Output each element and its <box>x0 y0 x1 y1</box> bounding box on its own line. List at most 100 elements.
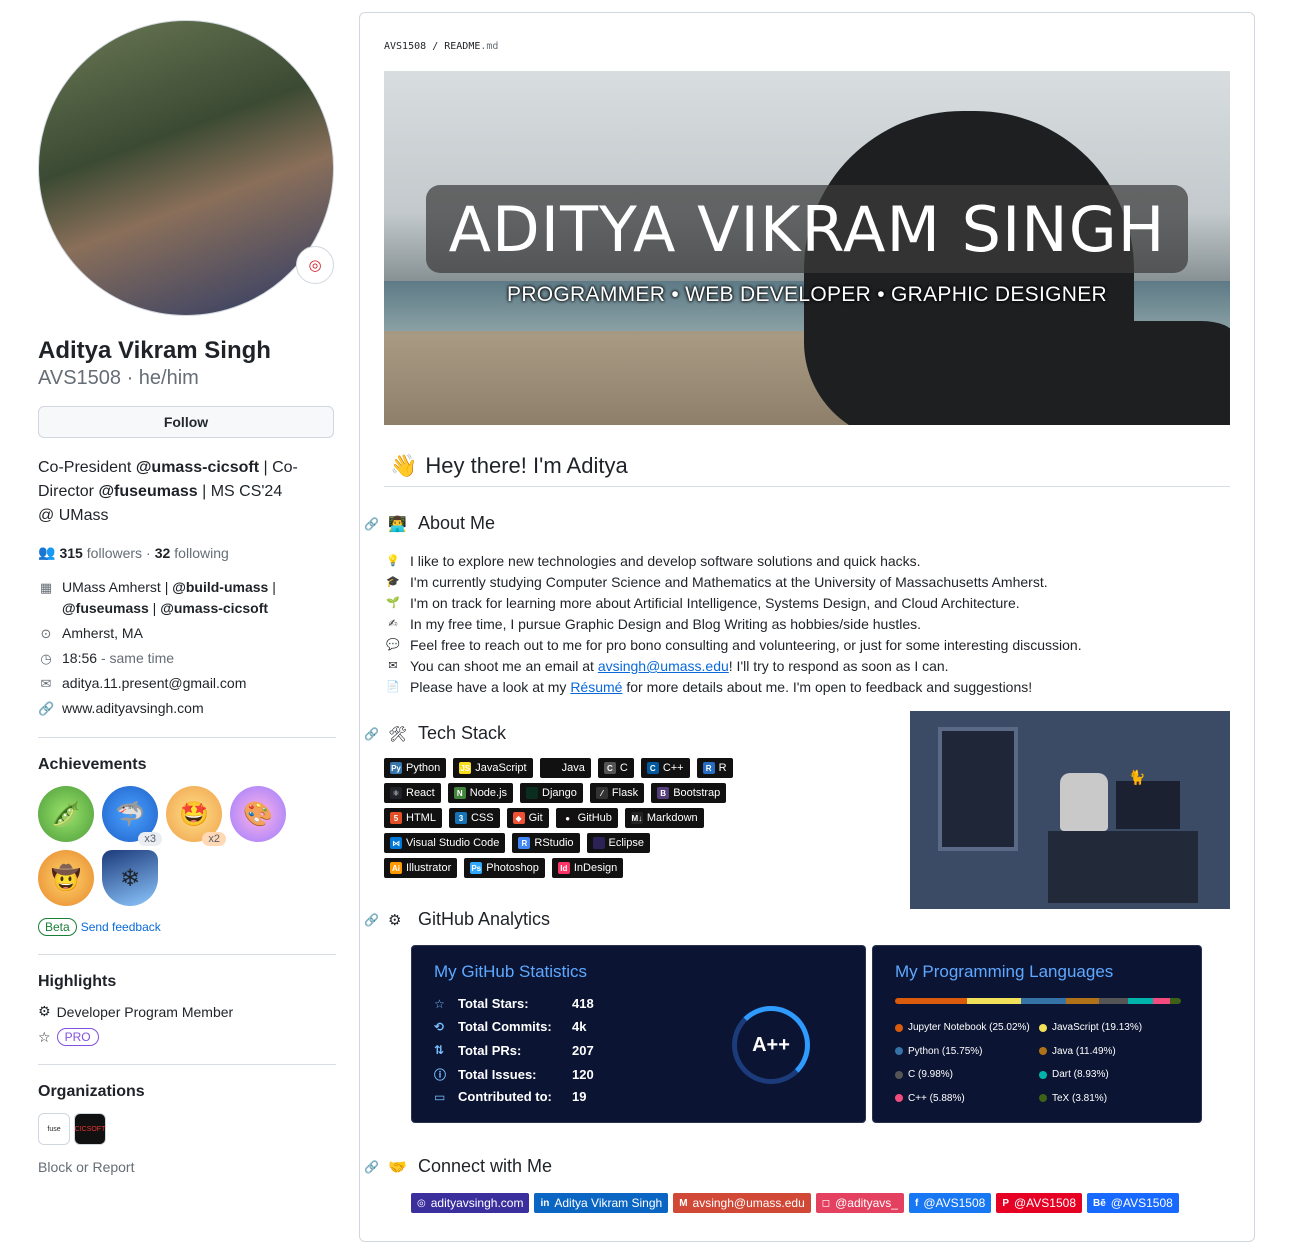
achievements-title: Achievements <box>38 756 147 773</box>
org-avatar-cicsoft[interactable]: CICSOFT <box>74 1113 106 1145</box>
tech-chip-rstudio: R RStudio <box>512 833 580 853</box>
followers-label[interactable]: followers <box>87 545 142 561</box>
achievement-shark-icon[interactable]: 🦈 x3 <box>102 786 162 846</box>
languages-card[interactable]: My Programming Languages Jupyter Noteboo… <box>872 945 1202 1123</box>
bio-mention-cicsoft[interactable]: @umass-cicsoft <box>136 459 259 476</box>
follow-button[interactable]: Follow <box>38 406 334 438</box>
stat-value: 418 <box>572 996 594 1011</box>
stat-value: 120 <box>572 1066 594 1082</box>
anchor-link-icon[interactable]: 🔗 <box>364 913 379 927</box>
org-mention-fuseumass[interactable]: @fuseumass <box>62 600 149 616</box>
email-link[interactable]: aditya.11.present@gmail.com <box>62 673 246 694</box>
grad-cap-icon: 🎓 <box>386 576 400 588</box>
achievement-yolo-icon[interactable]: 🎨 <box>230 786 286 842</box>
achievement-arctic-icon[interactable]: ❄ <box>102 850 158 906</box>
language-legend-item: Jupyter Notebook (25.02%) <box>895 1022 1030 1033</box>
social-label: @AVS1508 <box>1110 1196 1173 1210</box>
following-count[interactable]: 32 <box>155 545 171 561</box>
about-item: 🌱 I'm on track for learning more about Ar… <box>386 593 1082 614</box>
followers-count[interactable]: 315 <box>59 545 82 561</box>
language-bar-segment <box>1099 998 1128 1004</box>
follow-stats: 👥 315 followers · 32 following <box>38 544 336 561</box>
block-or-report-link[interactable]: Block or Report <box>38 1159 336 1175</box>
achievement-cowboy-icon[interactable]: 🤠 <box>38 850 94 906</box>
grade-ring: A++ <box>732 1006 810 1084</box>
language-dot <box>1039 1094 1047 1102</box>
developer-program-label[interactable]: Developer Program Member <box>57 1004 234 1020</box>
achievement-count: x3 <box>138 832 162 846</box>
status-dart-icon[interactable]: ◎ <box>296 246 334 284</box>
about-item: 💬 Feel free to reach out to me for pro bo… <box>386 635 1081 656</box>
resume-link[interactable]: Résumé <box>570 679 622 695</box>
avatar[interactable] <box>38 20 334 316</box>
flask-icon: ⁄ <box>595 787 608 799</box>
social-badge-instagram[interactable]: ◻ @adityavs_ <box>815 1193 904 1213</box>
speech-bubble-icon: 💬 <box>386 639 400 651</box>
social-badge-facebook[interactable]: f @AVS1508 <box>908 1193 992 1213</box>
bio-text: Co-President <box>38 459 136 476</box>
org-mention-build-umass[interactable]: @build-umass <box>172 579 268 595</box>
achievement-starstruck-icon[interactable]: 🤩 x2 <box>166 786 226 846</box>
social-badge-website[interactable]: ◎ adityavsingh.com <box>411 1193 530 1213</box>
email-link[interactable]: avsingh@umass.edu <box>598 658 729 674</box>
tech-chip-label: CSS <box>470 812 494 824</box>
social-badge-pinterest[interactable]: P @AVS1508 <box>996 1193 1082 1213</box>
social-label: adityavsingh.com <box>430 1196 524 1210</box>
star-icon: ☆ <box>434 996 445 1011</box>
social-label: @adityavs_ <box>835 1196 898 1210</box>
vcard-time: ◷ 18:56 - same time <box>38 648 336 669</box>
tech-chip-label: Django <box>542 787 577 799</box>
language-label: Java (11.49%) <box>1052 1045 1116 1057</box>
language-label: TeX (3.81%) <box>1052 1092 1108 1104</box>
profile-sidebar: ◎ Aditya Vikram Singh AVS1508 · he/him F… <box>38 20 336 1175</box>
tech-chip-label: Visual Studio Code <box>406 837 500 849</box>
tech-chip-javascript: JS JavaScript <box>453 758 533 778</box>
about-title: About Me <box>418 513 496 533</box>
illustration-desk <box>1048 831 1198 903</box>
send-feedback-link[interactable]: Send feedback <box>81 920 161 934</box>
greeting-text: Hey there! I'm Aditya <box>425 453 628 478</box>
achievement-peas-icon[interactable]: 🫛 <box>38 786 94 842</box>
github-stats-card[interactable]: My GitHub Statistics ☆ Total Stars: 418 ⟲ To… <box>411 945 866 1123</box>
following-label[interactable]: following <box>174 545 228 561</box>
tech-illustration: 🐈 <box>910 711 1230 909</box>
website-link[interactable]: www.adityavsingh.com <box>62 698 204 719</box>
tech-heading: 🔗 🛠 Tech Stack <box>364 723 506 744</box>
achievement-badges: 🫛 🦈 x3 🤩 x2 🎨 🤠 ❄ <box>38 786 298 906</box>
bio-mention-fuseumass[interactable]: @fuseumass <box>98 483 197 500</box>
language-legend-item: Dart (8.93%) <box>1039 1069 1109 1080</box>
languages-card-title: My Programming Languages <box>895 962 1114 981</box>
readme-banner: ADITYA VIKRAM SINGH PROGRAMMER • WEB DEV… <box>384 71 1230 425</box>
stat-value: 207 <box>572 1042 594 1058</box>
language-legend-item: C++ (5.88%) <box>895 1093 965 1104</box>
social-badge-behance[interactable]: Bē @AVS1508 <box>1087 1193 1179 1213</box>
tech-chip-label: Bootstrap <box>673 787 721 799</box>
language-dot <box>1039 1047 1047 1055</box>
language-legend-item: JavaScript (19.13%) <box>1039 1022 1142 1033</box>
crumb-separator: / <box>432 41 439 52</box>
anchor-link-icon[interactable]: 🔗 <box>364 1160 379 1174</box>
beta-label: Beta <box>38 918 77 936</box>
about-heading: 🔗 👨‍💻 About Me <box>364 513 495 534</box>
repo-icon: ▭ <box>434 1089 446 1104</box>
org-avatar-fuse[interactable]: fuse <box>38 1113 70 1145</box>
social-badge-linkedin[interactable]: in Aditya Vikram Singh <box>534 1193 669 1213</box>
banner-subtitle: PROGRAMMER • WEB DEVELOPER • GRAPHIC DES… <box>507 283 1107 306</box>
org-mention-cicsoft[interactable]: @umass-cicsoft <box>160 600 268 616</box>
crumb-file[interactable]: README <box>444 41 480 52</box>
anchor-link-icon[interactable]: 🔗 <box>364 517 379 531</box>
crumb-ext: .md <box>480 41 499 52</box>
vcard-organization: ▦ UMass Amherst | @build-umass | @fuseuma… <box>38 577 336 619</box>
waving-hand-icon: 👋 <box>390 453 418 478</box>
bootstrap-icon: B <box>657 787 670 799</box>
about-item: ✉ You can shoot me an email at avsingh@um… <box>386 656 1082 677</box>
handshake-icon: 🤝 <box>388 1158 407 1176</box>
vcard-email[interactable]: ✉ aditya.11.present@gmail.com <box>38 673 336 694</box>
tech-chip-label: Photoshop <box>486 862 539 874</box>
vcard-website[interactable]: 🔗 www.adityavsingh.com <box>38 698 336 719</box>
anchor-link-icon[interactable]: 🔗 <box>364 727 379 741</box>
crumb-user[interactable]: AVS1508 <box>384 41 426 52</box>
social-badge-gmail[interactable]: Mavsingh@umass.edu <box>673 1193 811 1213</box>
python-icon: Py <box>390 762 402 774</box>
organization-text: UMass Amherst | @build-umass | @fuseumass… <box>62 579 276 616</box>
